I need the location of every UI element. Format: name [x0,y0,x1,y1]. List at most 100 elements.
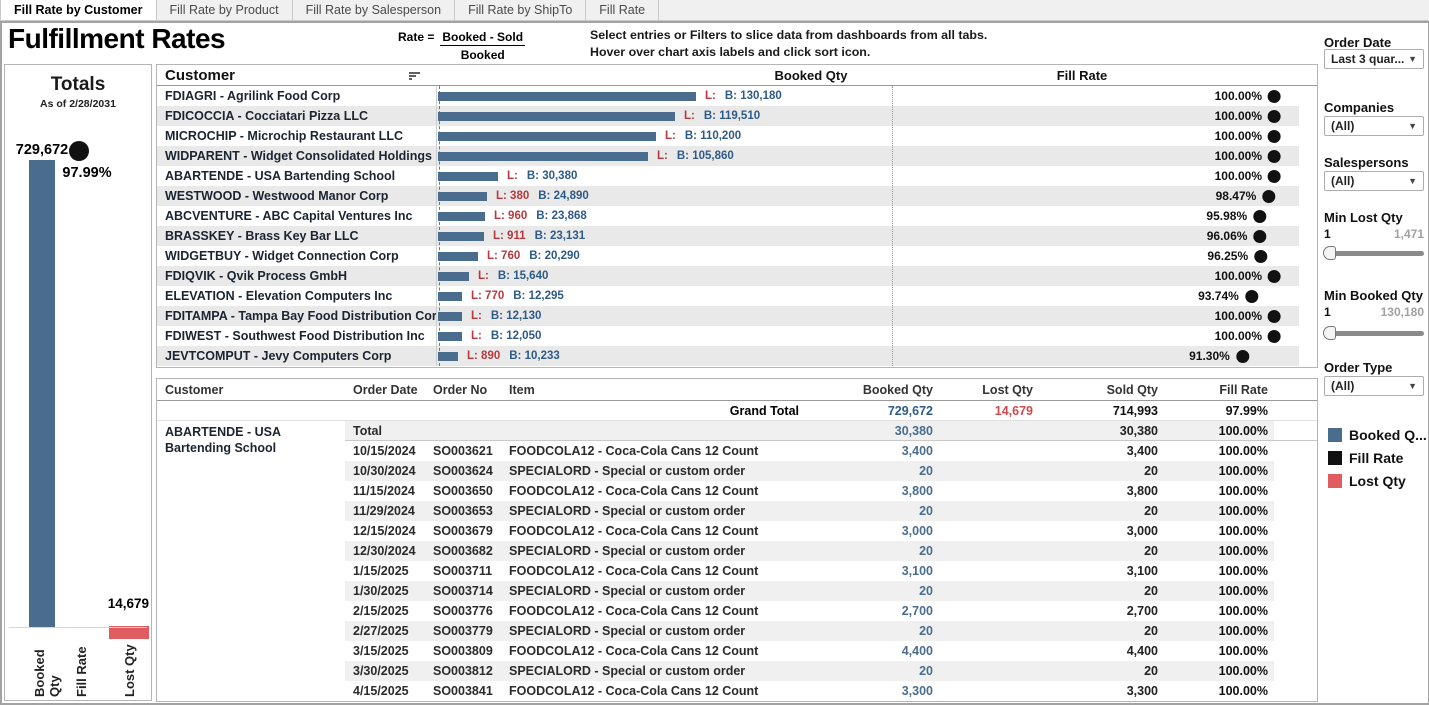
booked-bar[interactable] [438,152,648,161]
totals-booked-bar[interactable] [29,160,55,627]
tab[interactable]: Fill Rate by ShipTo [455,0,586,20]
detail-col-order-date[interactable]: Order Date [345,383,425,397]
booked-bar[interactable] [438,292,462,301]
slider-track[interactable] [1324,331,1424,336]
booked-bar[interactable] [438,192,487,201]
grand-total-row[interactable]: Grand Total 729,672 14,679 714,993 97.99… [157,401,1317,421]
order-row[interactable]: 1/15/2025 SO003711 FOODCOLA12 - Coca-Col… [345,561,1317,581]
fill-rate-dot[interactable] [1262,190,1275,203]
detail-col-fill-rate[interactable]: Fill Rate [1166,383,1276,397]
customer-row[interactable]: FDITAMPA - Tampa Bay Food Distribution C… [157,306,1317,326]
tab[interactable]: Fill Rate by Customer [0,0,157,20]
booked-bar[interactable] [438,252,478,261]
booked-bar[interactable] [438,212,485,221]
customer-row-label[interactable]: BRASSKEY - Brass Key Bar LLC [157,226,437,246]
customer-row[interactable]: WIDGETBUY - Widget Connection Corp L: 76… [157,246,1317,266]
customer-row-label[interactable]: FDIAGRI - Agrilink Food Corp [157,86,437,106]
customer-row-label[interactable]: WIDGETBUY - Widget Connection Corp [157,246,437,266]
booked-bar[interactable] [438,112,675,121]
order-row[interactable]: 2/15/2025 SO003776 FOODCOLA12 - Coca-Col… [345,601,1317,621]
sort-icon[interactable] [409,72,420,81]
customer-row-label[interactable]: WESTWOOD - Westwood Manor Corp [157,186,437,206]
customer-row-label[interactable]: FDIQVIK - Qvik Process GmbH [157,266,437,286]
legend-item[interactable]: Booked Q... [1328,423,1427,446]
totals-axis-label[interactable]: Lost Qty [122,635,137,697]
customer-row-label[interactable]: ABARTENDE - USA Bartending School [157,166,437,186]
chart-col-fill-rate[interactable]: Fill Rate [992,68,1172,83]
order-row[interactable]: 10/15/2024 SO003621 FOODCOLA12 - Coca-Co… [345,441,1317,461]
order-type-dropdown[interactable]: (All) ▼ [1324,376,1424,396]
customer-row-label[interactable]: JEVTCOMPUT - Jevy Computers Corp [157,346,437,366]
fill-rate-dot[interactable] [1268,270,1281,283]
order-row[interactable]: 4/15/2025 SO003841 FOODCOLA12 - Coca-Col… [345,681,1317,701]
customer-row-label[interactable]: ABCVENTURE - ABC Capital Ventures Inc [157,206,437,226]
booked-bar[interactable] [438,272,469,281]
fill-rate-dot[interactable] [1268,310,1281,323]
tab[interactable]: Fill Rate [586,0,659,20]
order-row[interactable]: 1/30/2025 SO003714 SPECIALORD - Special … [345,581,1317,601]
totals-axis-label[interactable]: Booked Qty [32,635,62,697]
customer-row[interactable]: MICROCHIP - Microchip Restaurant LLC L: … [157,126,1317,146]
booked-bar[interactable] [438,332,462,341]
customer-row[interactable]: ABARTENDE - USA Bartending School L: B: … [157,166,1317,186]
group-customer-name[interactable]: ABARTENDE - USA Bartending School [157,421,345,701]
customer-row[interactable]: FDIAGRI - Agrilink Food Corp L: B: 130,1… [157,86,1317,106]
slider-handle[interactable] [1323,246,1336,260]
customer-row-label[interactable]: FDIWEST - Southwest Food Distribution In… [157,326,437,346]
customer-row[interactable]: ELEVATION - Elevation Computers Inc L: 7… [157,286,1317,306]
customer-row[interactable]: ABCVENTURE - ABC Capital Ventures Inc L:… [157,206,1317,226]
customer-row-label[interactable]: FDITAMPA - Tampa Bay Food Distribution C… [157,306,437,326]
tab[interactable]: Fill Rate by Product [157,0,293,20]
detail-col-customer[interactable]: Customer [157,383,345,397]
customer-row-label[interactable]: MICROCHIP - Microchip Restaurant LLC [157,126,437,146]
booked-bar[interactable] [438,92,696,101]
fill-rate-dot[interactable] [1268,90,1281,103]
tab[interactable]: Fill Rate by Salesperson [293,0,455,20]
order-row[interactable]: 3/30/2025 SO003812 SPECIALORD - Special … [345,661,1317,681]
customer-row[interactable]: JEVTCOMPUT - Jevy Computers Corp L: 890 … [157,346,1317,366]
detail-col-item[interactable]: Item [501,383,807,397]
fill-rate-dot[interactable] [1253,210,1266,223]
totals-fill-rate-dot[interactable] [69,141,89,161]
min-lost-qty-slider[interactable] [1324,246,1424,260]
fill-rate-dot[interactable] [1268,330,1281,343]
customer-row[interactable]: FDIWEST - Southwest Food Distribution In… [157,326,1317,346]
group-total-row[interactable]: Total 30,380 30,380 100.00% [345,421,1317,441]
customer-row-label[interactable]: WIDPARENT - Widget Consolidated Holdings [157,146,437,166]
customer-row[interactable]: BRASSKEY - Brass Key Bar LLC L: 911 B: 2… [157,226,1317,246]
customer-row[interactable]: WIDPARENT - Widget Consolidated Holdings… [157,146,1317,166]
order-row[interactable]: 2/27/2025 SO003779 SPECIALORD - Special … [345,621,1317,641]
customer-row-label[interactable]: FDICOCCIA - Cocciatari Pizza LLC [157,106,437,126]
customer-row[interactable]: FDICOCCIA - Cocciatari Pizza LLC L: B: 1… [157,106,1317,126]
customer-row-label[interactable]: ELEVATION - Elevation Computers Inc [157,286,437,306]
salespersons-dropdown[interactable]: (All) ▼ [1324,171,1424,191]
totals-axis-label[interactable]: Fill Rate [74,635,89,697]
booked-bar[interactable] [438,232,484,241]
fill-rate-dot[interactable] [1245,290,1258,303]
fill-rate-dot[interactable] [1268,130,1281,143]
order-row[interactable]: 10/30/2024 SO003624 SPECIALORD - Special… [345,461,1317,481]
chart-col-customer[interactable]: Customer [165,67,235,84]
fill-rate-dot[interactable] [1268,110,1281,123]
booked-bar[interactable] [438,172,498,181]
fill-rate-dot[interactable] [1254,250,1267,263]
detail-col-sold-qty[interactable]: Sold Qty [1041,383,1166,397]
order-row[interactable]: 12/15/2024 SO003679 FOODCOLA12 - Coca-Co… [345,521,1317,541]
slider-track[interactable] [1324,251,1424,256]
customer-row[interactable]: FDIQVIK - Qvik Process GmbH L: B: 15,640… [157,266,1317,286]
legend-item[interactable]: Fill Rate [1328,446,1427,469]
companies-dropdown[interactable]: (All) ▼ [1324,116,1424,136]
order-row[interactable]: 12/30/2024 SO003682 SPECIALORD - Special… [345,541,1317,561]
order-row[interactable]: 11/29/2024 SO003653 SPECIALORD - Special… [345,501,1317,521]
order-row[interactable]: 3/15/2025 SO003809 FOODCOLA12 - Coca-Col… [345,641,1317,661]
min-booked-qty-slider[interactable] [1324,326,1424,340]
booked-bar[interactable] [438,132,656,141]
slider-handle[interactable] [1323,326,1336,340]
fill-rate-dot[interactable] [1236,350,1249,363]
fill-rate-dot[interactable] [1268,150,1281,163]
fill-rate-dot[interactable] [1268,170,1281,183]
fill-rate-dot[interactable] [1253,230,1266,243]
booked-bar[interactable] [438,312,462,321]
detail-col-order-no[interactable]: Order No [425,383,501,397]
detail-col-booked-qty[interactable]: Booked Qty [807,383,941,397]
